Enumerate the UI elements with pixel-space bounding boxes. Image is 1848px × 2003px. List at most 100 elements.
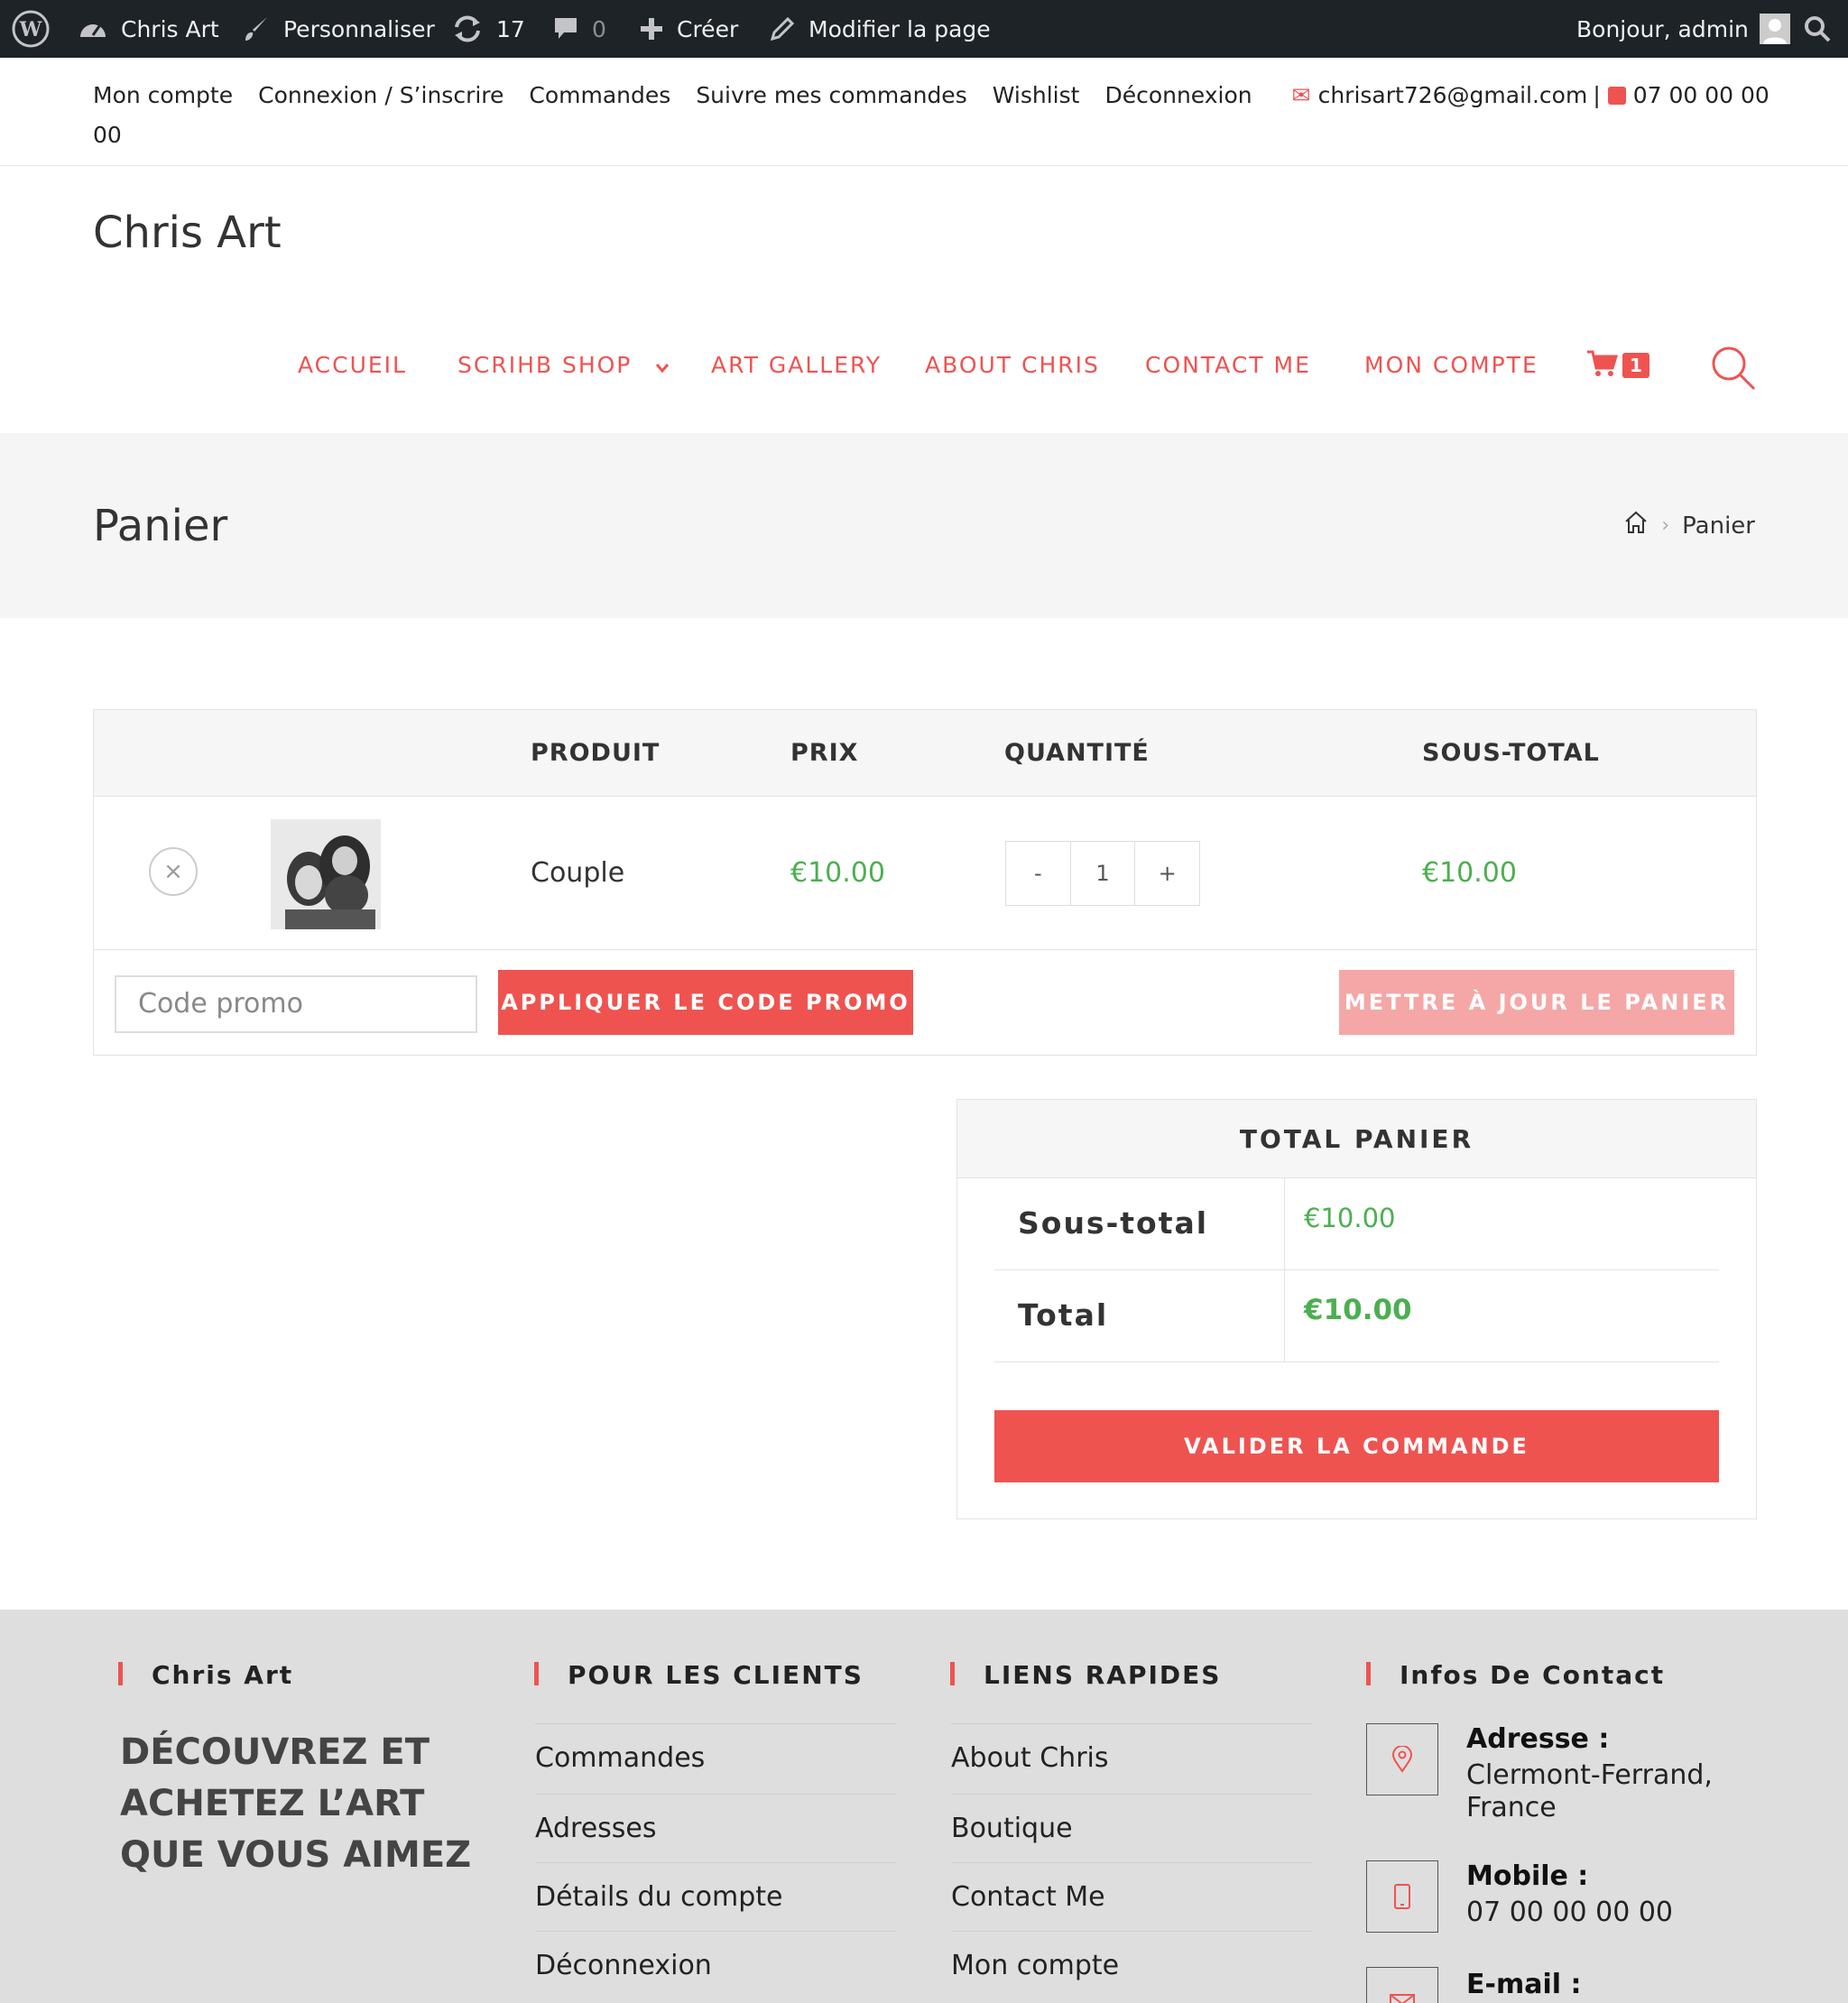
top-link-login[interactable]: Connexion / S’inscrire (258, 82, 504, 108)
nav-shop[interactable]: SCRIHB SHOP (457, 347, 670, 384)
top-link-orders[interactable]: Commandes (529, 82, 670, 108)
updates-link[interactable]: 17 (451, 0, 525, 58)
create-link[interactable]: Créer (639, 0, 738, 58)
qty-minus-button[interactable]: - (1006, 842, 1070, 905)
cart-table: PRODUIT PRIX QUANTITÉ SOUS-TOTAL × Coupl… (93, 709, 1757, 1056)
remove-item-button[interactable]: × (149, 847, 198, 896)
col-product: PRODUIT (531, 739, 661, 767)
subtotal-value: €10.00 (1304, 1203, 1396, 1233)
cart-table-header: PRODUIT PRIX QUANTITÉ SOUS-TOTAL (94, 710, 1756, 797)
footer-tagline: DÉCOUVREZ ET ACHETEZ L’ART QUE VOUS AIME… (120, 1731, 472, 1876)
home-icon[interactable] (1623, 510, 1649, 541)
email-icon (1366, 1967, 1438, 2003)
nav-art-gallery[interactable]: ART GALLERY (711, 347, 882, 383)
coupon-row: Code promo APPLIQUER LE CODE PROMO METTR… (94, 950, 1756, 1057)
product-subtotal: €10.00 (1422, 857, 1517, 889)
breadcrumb-current: Panier (1682, 512, 1755, 540)
product-thumbnail[interactable] (271, 819, 381, 929)
footer-link-addresses[interactable]: Adresses (535, 1794, 896, 1862)
page-title: Panier (93, 501, 228, 551)
updates-count: 17 (496, 15, 525, 42)
col-price: PRIX (790, 739, 859, 767)
account-menu[interactable]: Bonjour, admin (1576, 0, 1790, 58)
edit-page-label: Modifier la page (808, 15, 991, 42)
qty-input[interactable]: 1 (1069, 842, 1136, 905)
header-search-icon[interactable] (1710, 345, 1757, 395)
edit-page-link[interactable]: Modifier la page (769, 0, 991, 58)
footer-title-bar (1366, 1662, 1371, 1685)
header-cart[interactable]: 1 (1586, 347, 1649, 383)
avatar (1759, 14, 1790, 44)
wordpress-logo-icon[interactable]: W (11, 0, 51, 58)
mobile-value: 07 00 00 00 00 (1466, 1897, 1674, 1928)
product-name[interactable]: Couple (531, 797, 624, 950)
footer-link-shop[interactable]: Boutique (951, 1794, 1312, 1862)
total-divider (1284, 1270, 1285, 1361)
location-pin-icon (1366, 1723, 1438, 1795)
admin-search-icon[interactable] (1803, 0, 1832, 58)
update-cart-button[interactable]: METTRE À JOUR LE PANIER (1339, 970, 1734, 1035)
subtotal-row: Sous-total €10.00 (994, 1178, 1719, 1270)
cart-totals: TOTAL PANIER Sous-total €10.00 Total €10… (956, 1099, 1757, 1519)
top-link-account[interactable]: Mon compte (93, 82, 233, 108)
nav-mon-compte[interactable]: MON COMPTE (1364, 347, 1538, 383)
cart-totals-title: TOTAL PANIER (957, 1100, 1756, 1178)
top-separator: | (1593, 82, 1601, 108)
total-value: €10.00 (1304, 1294, 1412, 1326)
greeting-label: Bonjour, admin (1576, 15, 1749, 42)
phone-icon (1607, 87, 1626, 105)
mobile-label: Mobile : (1466, 1860, 1589, 1892)
total-row: Total €10.00 (994, 1270, 1719, 1362)
customize-link[interactable]: Personnaliser (242, 0, 435, 58)
top-link-logout[interactable]: Déconnexion (1104, 82, 1252, 108)
customize-label: Personnaliser (283, 15, 435, 42)
envelope-icon: ✉ (1291, 82, 1311, 108)
breadcrumb: › Panier (1623, 510, 1755, 541)
total-label: Total (1018, 1297, 1109, 1333)
site-title[interactable]: Chris Art (93, 208, 282, 258)
footer-link-account-details[interactable]: Détails du compte (535, 1862, 896, 1931)
subtotal-label: Sous-total (1018, 1205, 1209, 1241)
email-label: E-mail : (1466, 1969, 1582, 2000)
address-label: Adresse : (1466, 1723, 1610, 1755)
footer-link-contact[interactable]: Contact Me (951, 1862, 1312, 1931)
apply-coupon-button[interactable]: APPLIQUER LE CODE PROMO (498, 970, 913, 1035)
footer-col1-title: Chris Art (152, 1660, 294, 1690)
svg-text:W: W (19, 18, 42, 42)
footer-title-bar (950, 1662, 955, 1685)
updates-icon (451, 14, 484, 43)
top-link-wishlist[interactable]: Wishlist (993, 82, 1080, 108)
pencil-icon (769, 15, 796, 42)
coupon-input[interactable]: Code promo (115, 975, 477, 1033)
page-header-band (0, 433, 1848, 618)
footer-link-logout[interactable]: Déconnexion (535, 1931, 896, 1999)
admin-site-name: Chris Art (121, 15, 219, 42)
nav-contact-me[interactable]: CONTACT ME (1145, 347, 1311, 383)
top-links: Mon compte Connexion / S’inscrire Commande… (93, 76, 1789, 155)
footer-link-about[interactable]: About Chris (951, 1723, 1312, 1792)
nav-about-chris[interactable]: ABOUT CHRIS (925, 347, 1100, 383)
qty-plus-button[interactable]: + (1135, 842, 1199, 905)
mobile-icon (1366, 1860, 1438, 1933)
top-email[interactable]: chrisart726@gmail.com (1318, 82, 1588, 108)
cart-icon (1586, 349, 1619, 382)
create-label: Créer (677, 15, 739, 42)
footer-col3-title: LIENS RAPIDES (984, 1660, 1222, 1690)
address-value: Clermont-Ferrand, France (1466, 1759, 1713, 1823)
admin-site-link[interactable]: Chris Art (78, 0, 219, 58)
footer-link-account[interactable]: Mon compte (951, 1931, 1312, 1999)
plus-icon (639, 16, 664, 42)
nav-accueil[interactable]: ACCUEIL (298, 347, 407, 383)
footer-link-orders[interactable]: Commandes (535, 1723, 896, 1792)
footer: Chris Art DÉCOUVREZ ET ACHETEZ L’ART QUE… (0, 1610, 1848, 2003)
cart-count-badge: 1 (1622, 353, 1649, 378)
table-row: × Couple €10.00 - 1 + €10.00 (94, 797, 1756, 950)
footer-title-bar (534, 1662, 539, 1685)
product-price: €10.00 (790, 857, 885, 889)
comments-link[interactable]: 0 (552, 0, 606, 58)
quantity-stepper: - 1 + (1005, 841, 1200, 906)
nav-shop-label: SCRIHB SHOP (457, 352, 633, 378)
checkout-button[interactable]: VALIDER LA COMMANDE (994, 1410, 1719, 1482)
col-subtotal: SOUS-TOTAL (1422, 739, 1600, 767)
top-link-track-orders[interactable]: Suivre mes commandes (696, 82, 966, 108)
